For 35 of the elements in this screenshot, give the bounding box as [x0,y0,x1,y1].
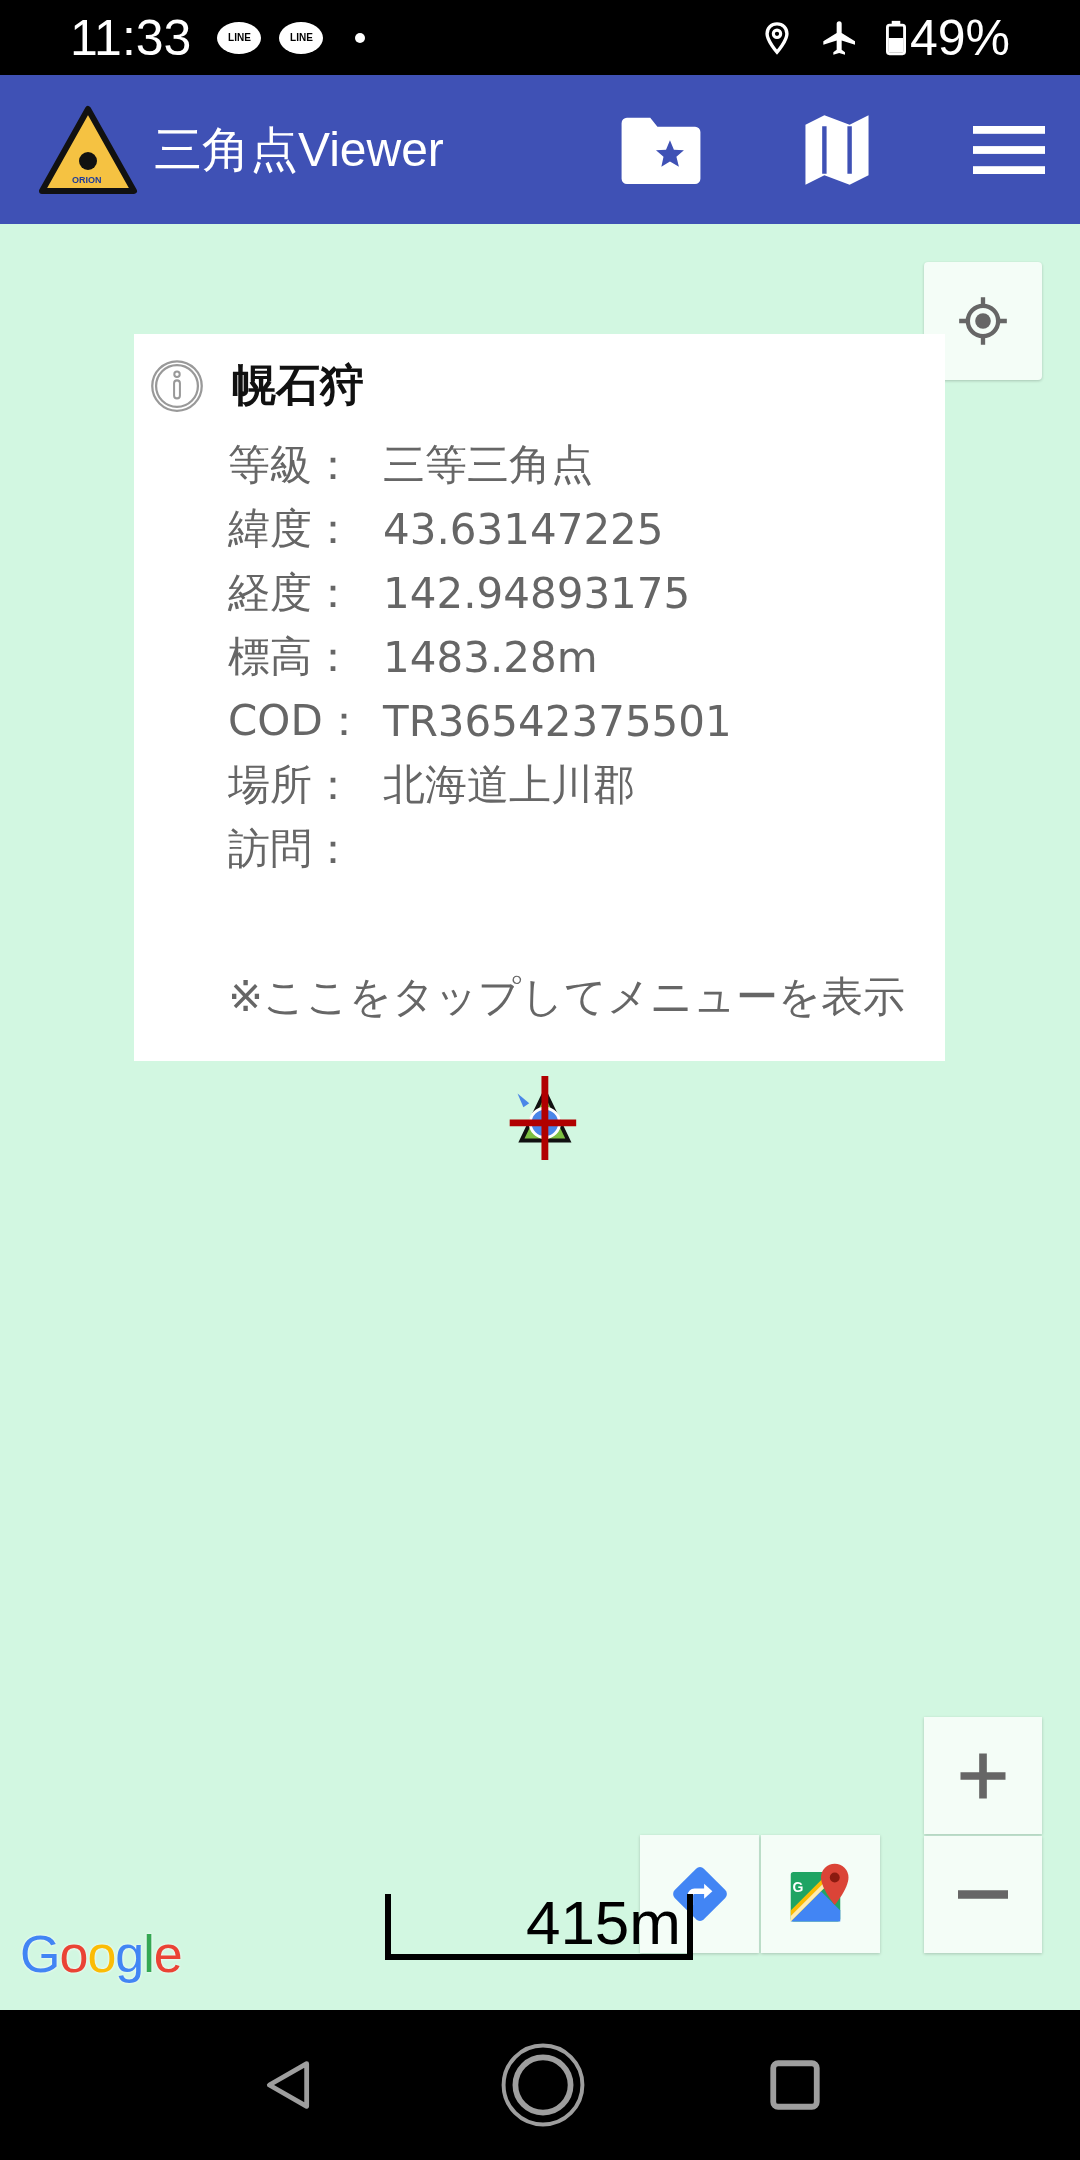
field-value: 北海道上川郡 [383,759,635,811]
field-label: 等級： [228,439,355,491]
my-location-button[interactable] [924,262,1042,380]
battery-icon [885,19,906,56]
field-value: 43.63147225 [383,504,664,554]
info-card[interactable]: 幌石狩 等級： 三等三角点 緯度： 43.63147225 経度： 142.94893175 標高： 1483.28m COD： TR36542375501 場所： 北海道上川郡 訪問： ※ここをタップしてメニューを表示 [134,334,945,1061]
field-label: 訪問： [228,823,355,875]
field-value: 三等三角点 [383,439,593,491]
app-title: 三角点Viewer [154,121,445,178]
field-label: 場所： [228,759,355,811]
field-value: TR36542375501 [383,696,732,746]
battery-percent: 49% [909,8,1010,67]
field-label: 標高： [228,631,355,683]
field-value: 1483.28m [383,632,598,682]
dot-icon [355,32,366,43]
field-label: 緯度： [228,503,355,555]
field-value: 142.94893175 [383,568,691,618]
warning-triangle-icon [38,104,138,195]
point-name: 幌石狩 [232,358,364,412]
maps-icon-letter: G [792,1879,804,1895]
google-logo: Google [20,1924,182,1984]
minus-icon [958,1890,1008,1899]
zoom-out-button[interactable] [924,1836,1042,1953]
zoom-in-button[interactable] [924,1717,1042,1834]
field-label: 経度： [228,567,355,619]
status-time: 11:33 [70,8,192,67]
home-icon[interactable] [500,2042,586,2128]
crosshair-icon [957,295,1009,347]
info-icon [150,358,204,413]
tap-hint: ※ここをタップしてメニューを表示 [227,971,907,1023]
scale-label: 415m [525,1892,681,1954]
chat-bubble-icon: LINE [279,21,324,54]
logo-text: ORION [72,174,102,185]
chat-bubble-icon: LINE [217,21,262,54]
field-label: COD： [228,695,366,747]
